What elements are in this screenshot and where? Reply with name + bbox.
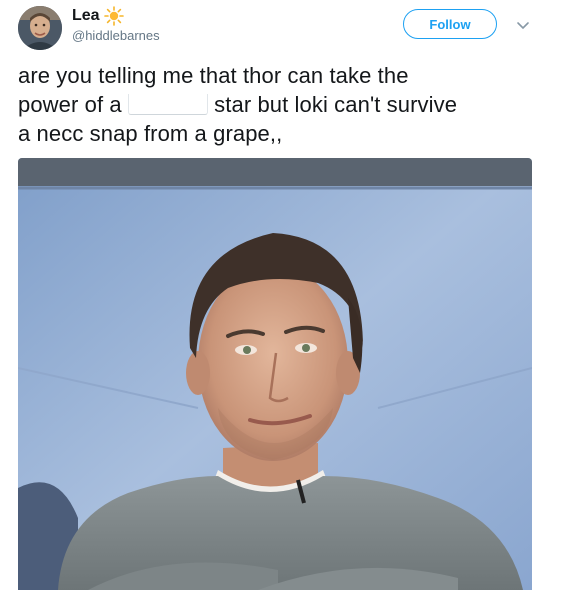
follow-button[interactable]: Follow	[403, 9, 497, 39]
tweet-line: a necc snap from a grape,,	[18, 121, 283, 146]
tweet-photo[interactable]	[18, 158, 532, 590]
tweet-line: power of a star but loki can't survive	[18, 90, 548, 119]
tweet-line: are you telling me that thor can take th…	[18, 63, 409, 88]
chevron-down-icon[interactable]	[516, 18, 530, 30]
user-name-row[interactable]: Lea	[72, 6, 124, 26]
tweet-card: Lea @hiddlebarnes Follow are you telling…	[0, 0, 563, 590]
display-name[interactable]: Lea	[72, 7, 100, 25]
sun-icon	[103, 6, 124, 26]
avatar[interactable]	[18, 6, 62, 50]
tweet-text-segment: star but loki can't survive	[214, 92, 458, 117]
photo-image	[18, 158, 532, 590]
user-handle[interactable]: @hiddlebarnes	[72, 28, 160, 43]
tweet-text-segment: power of a	[18, 92, 122, 117]
redacted-word	[127, 94, 208, 115]
tweet-text: are you telling me that thor can take th…	[18, 61, 548, 148]
